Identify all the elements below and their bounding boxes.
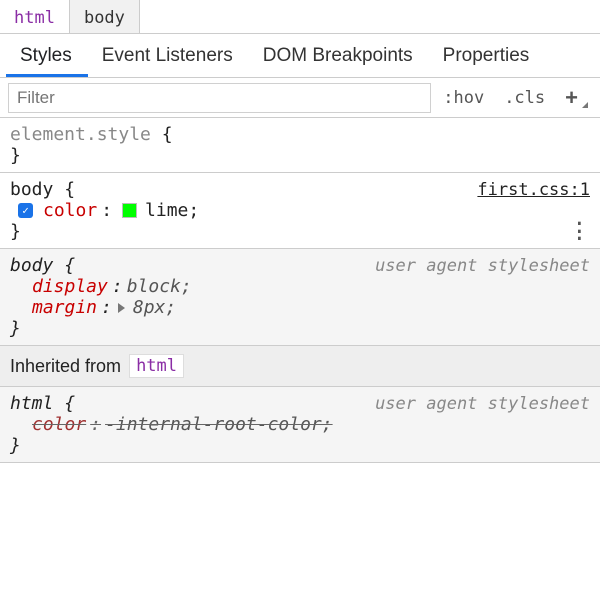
tab-dom-breakpoints[interactable]: DOM Breakpoints <box>249 35 429 77</box>
styles-toolbar: :hov .cls + <box>0 78 600 118</box>
property-value[interactable]: lime; <box>145 200 199 221</box>
toggle-property-checkbox[interactable] <box>18 203 33 218</box>
close-brace: } <box>10 221 590 242</box>
add-rule-button[interactable]: + <box>557 85 580 111</box>
close-brace: } <box>10 318 590 339</box>
open-brace: { <box>64 255 75 276</box>
tab-styles[interactable]: Styles <box>6 35 88 77</box>
declaration: display: block; <box>10 276 590 297</box>
property-value: block; <box>127 276 192 297</box>
expand-shorthand-icon[interactable] <box>118 303 125 313</box>
toggle-cls-button[interactable]: .cls <box>496 84 553 112</box>
color-swatch-icon[interactable] <box>122 203 137 218</box>
add-rule-menu-corner-icon[interactable] <box>582 102 588 108</box>
inherited-from-element-link[interactable]: html <box>129 354 184 378</box>
ua-stylesheet-label: user agent stylesheet <box>375 394 590 414</box>
close-brace: } <box>10 435 590 456</box>
tab-properties[interactable]: Properties <box>429 35 546 77</box>
selector[interactable]: body <box>10 179 53 200</box>
rule-element-style[interactable]: element.style { } <box>0 118 600 173</box>
declaration[interactable]: color: lime; <box>10 200 590 221</box>
property-value: 8px; <box>133 297 176 318</box>
breadcrumb-item-html[interactable]: html <box>0 0 70 33</box>
property-value: -internal-root-color; <box>105 414 333 435</box>
inherited-from-separator: Inherited from html <box>0 346 600 387</box>
rule-html-ua: html { user agent stylesheet color: -int… <box>0 387 600 463</box>
tab-event-listeners[interactable]: Event Listeners <box>88 35 249 77</box>
selector[interactable]: element.style <box>10 124 151 145</box>
kebab-menu-icon[interactable]: ··· <box>573 221 586 244</box>
close-brace: } <box>10 145 590 166</box>
open-brace: { <box>64 393 75 414</box>
selector: body <box>10 255 53 276</box>
property-name: color <box>32 414 86 435</box>
filter-input[interactable] <box>8 83 431 113</box>
property-name: display <box>32 276 108 297</box>
toggle-hov-button[interactable]: :hov <box>435 84 492 112</box>
rule-body-author[interactable]: body { first.css:1 color: lime; } ··· <box>0 173 600 249</box>
selector: html <box>10 393 53 414</box>
open-brace: { <box>64 179 75 200</box>
source-link[interactable]: first.css:1 <box>477 180 590 200</box>
declaration-overridden: color: -internal-root-color; <box>10 414 590 435</box>
styles-pane: element.style { } body { first.css:1 col… <box>0 118 600 463</box>
tab-bar: Styles Event Listeners DOM Breakpoints P… <box>0 34 600 78</box>
declaration: margin: 8px; <box>10 297 590 318</box>
inherited-label: Inherited from <box>10 356 121 377</box>
rule-body-ua: body { user agent stylesheet display: bl… <box>0 249 600 346</box>
property-name[interactable]: color <box>43 200 97 221</box>
breadcrumb-bar: html body <box>0 0 600 34</box>
breadcrumb-item-body[interactable]: body <box>70 0 140 33</box>
property-name: margin <box>32 297 97 318</box>
ua-stylesheet-label: user agent stylesheet <box>375 256 590 276</box>
